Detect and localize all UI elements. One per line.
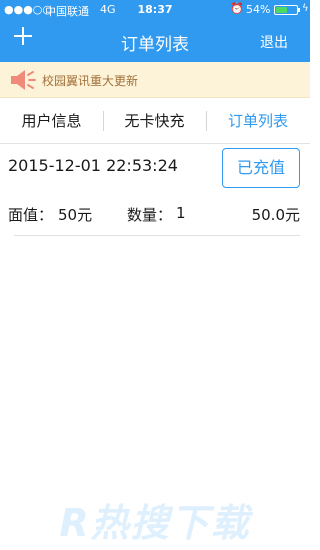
top-bar: ●●●○○ 中国联通 4G 18:37 ⏰ 54% ϟ 订单列表 退出 — [0, 0, 310, 62]
quantity-label: 数量： — [127, 206, 173, 224]
watermark-logo: R热搜下载 — [59, 501, 251, 545]
battery-percent: 54% — [246, 3, 271, 16]
face-value: 50元 — [58, 206, 93, 224]
tab-order-list[interactable]: 订单列表 — [206, 98, 310, 144]
recharged-status-button[interactable]: 已充值 — [222, 148, 300, 188]
order-datetime: 2015-12-01 22:53:24 — [8, 156, 178, 175]
battery-icon — [274, 5, 298, 15]
charging-bolt-icon: ϟ — [302, 3, 309, 14]
notice-text: 校园翼讯重大更新 — [42, 74, 139, 88]
tab-bar: 用户信息 无卡快充 订单列表 — [0, 98, 310, 144]
alarm-clock-icon: ⏰ — [230, 2, 244, 15]
speaker-icon — [11, 70, 36, 90]
divider — [14, 235, 300, 236]
face-value-label: 面值： — [8, 206, 54, 224]
notice-banner[interactable]: 校园翼讯重大更新 — [0, 62, 310, 98]
quantity-value: 1 — [176, 204, 186, 222]
status-bar: ●●●○○ 中国联通 4G 18:37 ⏰ 54% ϟ — [0, 0, 310, 20]
logout-button[interactable]: 退出 — [260, 32, 288, 52]
tab-quick-recharge[interactable]: 无卡快充 — [103, 98, 206, 144]
tab-user-info[interactable]: 用户信息 — [0, 98, 103, 144]
nav-bar: 订单列表 退出 — [0, 22, 310, 62]
battery-nub — [298, 8, 300, 12]
order-amount: 50.0元 — [251, 206, 300, 224]
